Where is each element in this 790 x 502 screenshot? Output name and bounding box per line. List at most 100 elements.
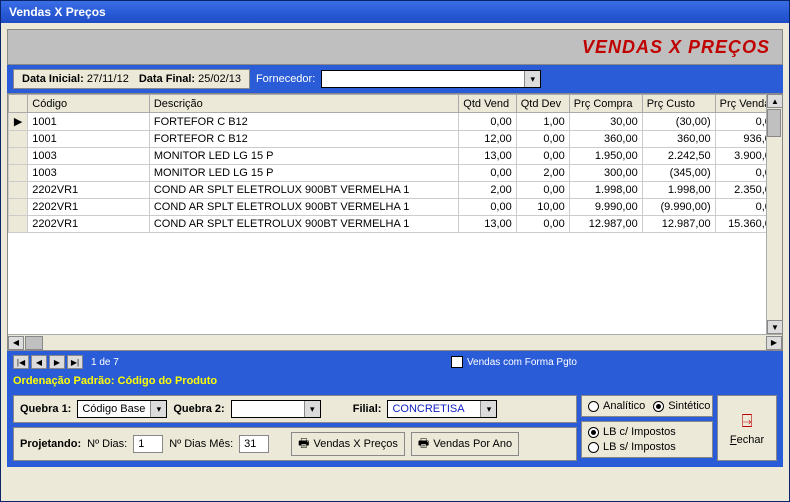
cell-codigo[interactable]: 2202VR1 [28,182,150,199]
filial-select[interactable]: CONCRETISA [387,400,497,418]
col-prc-custo[interactable]: Prç Custo [642,95,715,113]
scroll-right-icon[interactable]: ▶ [766,336,782,350]
cell-prc_compra[interactable]: 360,00 [569,131,642,148]
scroll-thumb[interactable] [767,109,781,137]
cell-qtd_dev[interactable]: 0,00 [516,216,569,233]
lb-com-impostos-radio[interactable] [588,427,599,438]
scroll-left-icon[interactable]: ◀ [8,336,24,350]
scroll-up-icon[interactable]: ▲ [767,94,783,108]
vendas-forma-pgto-checkbox[interactable] [451,356,463,368]
cell-descricao[interactable]: FORTEFOR C B12 [149,113,458,131]
table-row[interactable]: 2202VR1COND AR SPLT ELETROLUX 900BT VERM… [9,199,782,216]
cell-qtd_vend[interactable]: 0,00 [459,165,516,182]
cell-qtd_vend[interactable]: 12,00 [459,131,516,148]
vertical-scrollbar[interactable]: ▲ ▼ [766,94,782,334]
table-row[interactable]: 1001FORTEFOR C B1212,000,00360,00360,009… [9,131,782,148]
scroll-thumb-h[interactable] [25,336,43,350]
col-prc-compra[interactable]: Prç Compra [569,95,642,113]
cell-prc_compra[interactable]: 1.998,00 [569,182,642,199]
cell-qtd_vend[interactable]: 13,00 [459,148,516,165]
nav-last-button[interactable]: ▶| [67,355,83,369]
cell-qtd_vend[interactable]: 2,00 [459,182,516,199]
cell-descricao[interactable]: COND AR SPLT ELETROLUX 900BT VERMELHA 1 [149,216,458,233]
table-row[interactable]: 1003MONITOR LED LG 15 P13,000,001.950,00… [9,148,782,165]
vendas-precos-button[interactable]: 🖶 Vendas X Preços [291,432,405,456]
lb-sem-impostos-radio[interactable] [588,442,599,453]
chevron-down-icon[interactable] [524,71,540,87]
cell-prc_custo[interactable]: 2.242,50 [642,148,715,165]
cell-qtd_dev[interactable]: 1,00 [516,113,569,131]
cell-qtd_vend[interactable]: 13,00 [459,216,516,233]
table-row[interactable]: 2202VR1COND AR SPLT ELETROLUX 900BT VERM… [9,182,782,199]
nav-next-button[interactable]: ▶ [49,355,65,369]
chevron-down-icon[interactable] [150,401,166,417]
cell-prc_compra[interactable]: 9.990,00 [569,199,642,216]
col-descricao[interactable]: Descrição [149,95,458,113]
fornecedor-select[interactable] [321,70,541,88]
horizontal-scrollbar[interactable]: ◀ ▶ [8,334,782,350]
record-navigator: |◀ ◀ ▶ ▶| 1 de 7 Vendas com Forma Pgto [7,351,783,373]
cell-qtd_vend[interactable]: 0,00 [459,113,516,131]
cell-prc_custo[interactable]: (345,00) [642,165,715,182]
scroll-down-icon[interactable]: ▼ [767,320,783,334]
cell-codigo[interactable]: 1003 [28,165,150,182]
row-indicator [9,216,28,233]
cell-qtd_dev[interactable]: 2,00 [516,165,569,182]
cell-codigo[interactable]: 1003 [28,148,150,165]
cell-prc_custo[interactable]: 360,00 [642,131,715,148]
ndias-input[interactable]: 1 [133,435,163,453]
ndias-mes-value: 31 [244,438,256,450]
cell-qtd_dev[interactable]: 10,00 [516,199,569,216]
cell-prc_compra[interactable]: 300,00 [569,165,642,182]
chevron-down-icon[interactable] [304,401,320,417]
cell-qtd_dev[interactable]: 0,00 [516,131,569,148]
chevron-down-icon[interactable] [480,401,496,417]
analitico-label: Analítico [603,400,645,412]
sintetico-radio[interactable] [653,401,664,412]
quebra1-select[interactable]: Código Base [77,400,167,418]
cell-prc_compra[interactable]: 12.987,00 [569,216,642,233]
fornecedor-label: Fornecedor: [256,73,315,85]
cell-prc_custo[interactable]: (9.990,00) [642,199,715,216]
cell-codigo[interactable]: 2202VR1 [28,199,150,216]
printer-icon: 🖶 [418,434,429,455]
ndias-mes-input[interactable]: 31 [239,435,269,453]
printer-icon: 🖶 [298,434,309,455]
nav-prev-button[interactable]: ◀ [31,355,47,369]
projetando-label: Projetando: [20,438,81,450]
cell-qtd_dev[interactable]: 0,00 [516,148,569,165]
quebra1-label: Quebra 1: [20,403,71,415]
analitico-radio[interactable] [588,401,599,412]
col-codigo[interactable]: Código [28,95,150,113]
cell-descricao[interactable]: MONITOR LED LG 15 P [149,165,458,182]
table-row[interactable]: 1003MONITOR LED LG 15 P0,002,00300,00(34… [9,165,782,182]
lb-impostos-group: LB c/ Impostos LB s/ Impostos [581,421,713,458]
table-row[interactable]: ▶1001FORTEFOR C B120,001,0030,00(30,00)0… [9,113,782,131]
vendas-forma-pgto-label: Vendas com Forma Pgto [467,357,577,368]
table-row[interactable]: 2202VR1COND AR SPLT ELETROLUX 900BT VERM… [9,216,782,233]
cell-descricao[interactable]: COND AR SPLT ELETROLUX 900BT VERMELHA 1 [149,199,458,216]
cell-codigo[interactable]: 2202VR1 [28,216,150,233]
filter-bar: Data Inicial: 27/11/12 Data Final: 25/02… [7,65,783,93]
cell-prc_compra[interactable]: 30,00 [569,113,642,131]
data-grid[interactable]: Código Descrição Qtd Vend Qtd Dev Prç Co… [7,93,783,351]
ndias-label: Nº Dias: [87,438,127,450]
cell-prc_custo[interactable]: 1.998,00 [642,182,715,199]
vendas-por-ano-button[interactable]: 🖶 Vendas Por Ano [411,432,519,456]
page-title: VENDAS X PREÇOS [582,37,770,58]
cell-prc_custo[interactable]: 12.987,00 [642,216,715,233]
cell-descricao[interactable]: FORTEFOR C B12 [149,131,458,148]
cell-descricao[interactable]: COND AR SPLT ELETROLUX 900BT VERMELHA 1 [149,182,458,199]
col-qtd-dev[interactable]: Qtd Dev [516,95,569,113]
nav-first-button[interactable]: |◀ [13,355,29,369]
quebra2-select[interactable] [231,400,321,418]
cell-prc_compra[interactable]: 1.950,00 [569,148,642,165]
cell-qtd_vend[interactable]: 0,00 [459,199,516,216]
col-qtd-vend[interactable]: Qtd Vend [459,95,516,113]
cell-codigo[interactable]: 1001 [28,113,150,131]
cell-descricao[interactable]: MONITOR LED LG 15 P [149,148,458,165]
cell-prc_custo[interactable]: (30,00) [642,113,715,131]
cell-qtd_dev[interactable]: 0,00 [516,182,569,199]
fechar-button[interactable]: ⍈ Fechar [717,395,777,461]
cell-codigo[interactable]: 1001 [28,131,150,148]
